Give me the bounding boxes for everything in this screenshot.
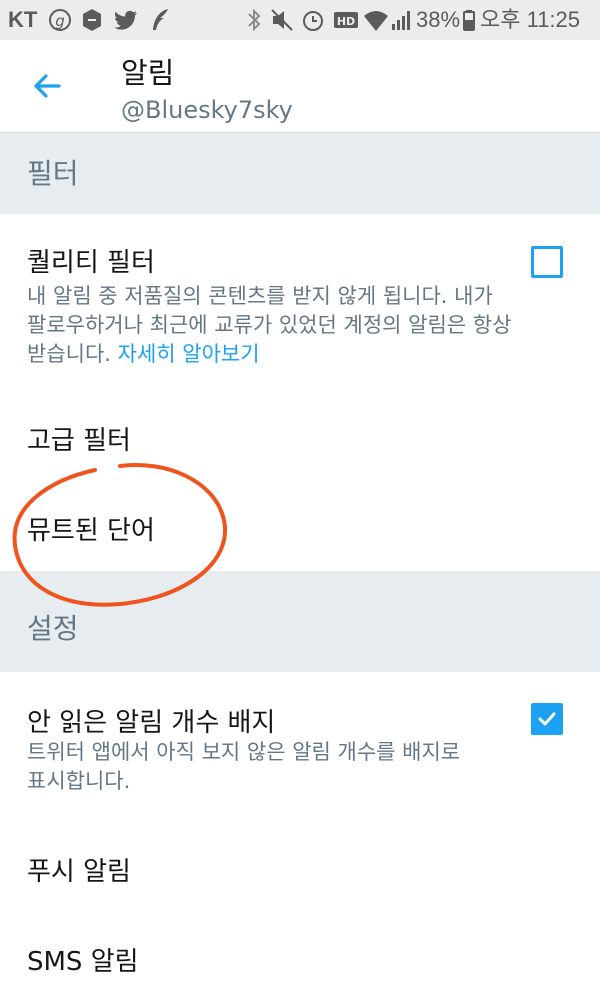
page-title: 알림 (121, 56, 175, 90)
description-line: 팔로우하거나 최근에 교류가 있었던 계정의 알림은 항상 (27, 313, 512, 337)
signal-icon (390, 0, 414, 40)
bluetooth-icon (244, 0, 264, 40)
twitter-bird-icon (112, 0, 140, 40)
app-bar: 알림 @Bluesky7sky (0, 40, 600, 133)
quality-filter-description: 내 알림 중 저품질의 콘텐츠를 받지 않게 됩니다. 내가 팔로우하거나 최근… (27, 282, 547, 369)
description-line: 받습니다. 자세히 알아보기 (27, 340, 547, 369)
learn-more-link[interactable]: 자세히 알아보기 (118, 342, 260, 366)
arrow-left-icon[interactable] (28, 66, 68, 106)
quality-filter-title: 퀄리티 필터 (27, 248, 155, 278)
quality-filter-row[interactable]: 퀄리티 필터 내 알림 중 저품질의 콘텐츠를 받지 않게 됩니다. 내가 팔로… (0, 214, 600, 392)
unread-badge-title: 안 읽은 알림 개수 배지 (27, 708, 276, 738)
description-text: 받습니다. (27, 342, 111, 366)
checkmark-icon (538, 712, 556, 726)
sms-notifications-title: SMS 알림 (27, 947, 139, 977)
carrier-label: KT (8, 7, 38, 32)
hd-icon: HD (332, 0, 360, 40)
unread-badge-row[interactable]: 안 읽은 알림 개수 배지 트위터 앱에서 아직 보지 않은 알림 개수를 배지… (0, 672, 600, 823)
battery-icon (462, 0, 476, 40)
muted-words-row[interactable]: 뮤트된 단어 (0, 481, 600, 571)
status-bar: KT g HD 38% 오후 11:25 (0, 0, 600, 40)
push-notifications-row[interactable]: 푸시 알림 (0, 822, 600, 913)
feather-icon (148, 0, 172, 40)
sms-notifications-row[interactable]: SMS 알림 (0, 912, 600, 997)
wifi-icon (362, 0, 390, 40)
muted-words-title: 뮤트된 단어 (27, 516, 155, 546)
quality-filter-checkbox[interactable] (531, 246, 563, 278)
battery-percent: 38% (416, 7, 461, 32)
section-header-filters: 필터 (0, 133, 600, 214)
description-line: 표시합니다. (27, 769, 131, 793)
section-header-settings: 설정 (0, 571, 600, 672)
unread-badge-description: 트위터 앱에서 아직 보지 않은 알림 개수를 배지로 표시합니다. (27, 738, 547, 796)
mute-icon (268, 0, 296, 40)
push-notifications-title: 푸시 알림 (27, 857, 131, 887)
svg-text:HD: HD (337, 15, 355, 28)
alarm-icon (300, 0, 326, 40)
advanced-filter-title: 고급 필터 (27, 426, 131, 456)
svg-text:g: g (55, 12, 65, 30)
unread-badge-checkbox[interactable] (531, 703, 563, 735)
clock: 오후 11:25 (480, 7, 581, 32)
description-line: 트위터 앱에서 아직 보지 않은 알림 개수를 배지로 (27, 740, 461, 764)
g-circle-icon: g (48, 0, 72, 40)
description-line: 내 알림 중 저품질의 콘텐츠를 받지 않게 됩니다. 내가 (27, 284, 493, 308)
advanced-filter-row[interactable]: 고급 필터 (0, 391, 600, 482)
account-username: @Bluesky7sky (121, 96, 293, 124)
shield-app-icon (80, 0, 104, 40)
